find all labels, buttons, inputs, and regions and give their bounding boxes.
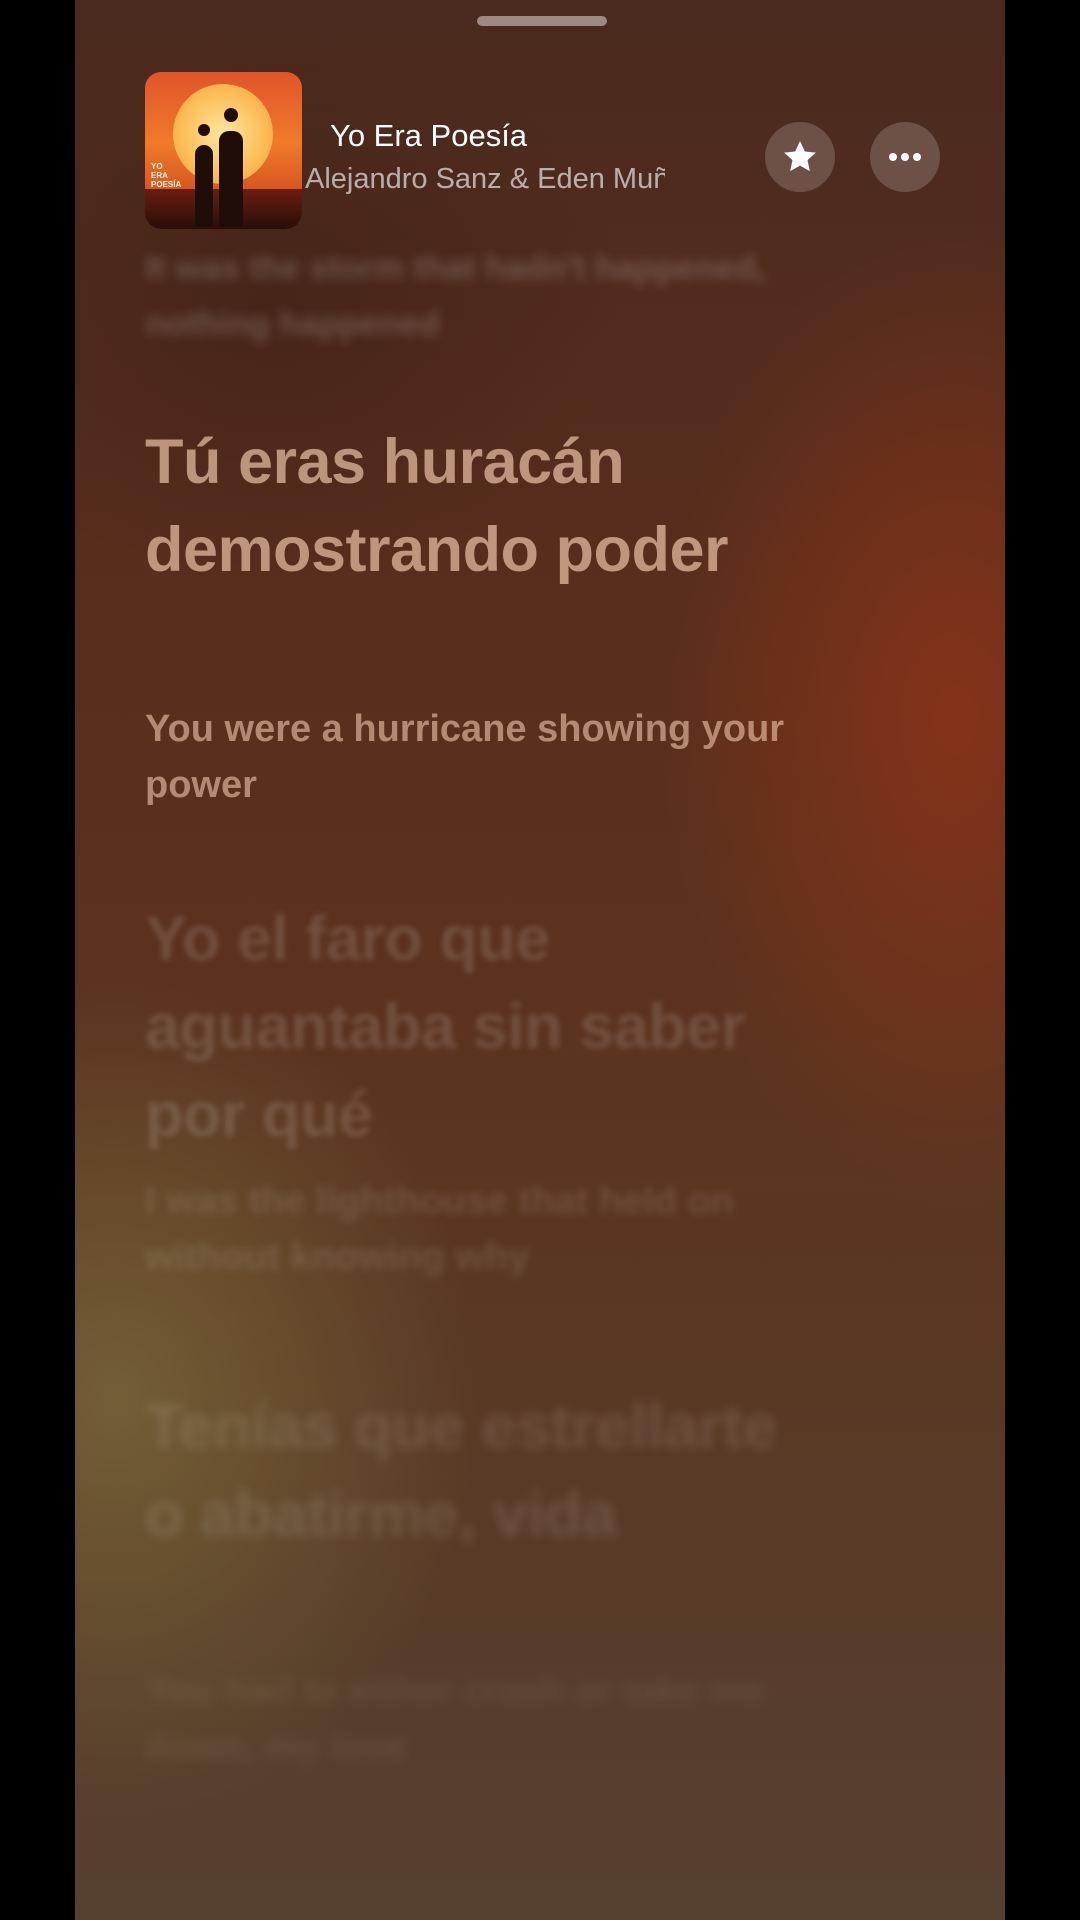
song-title: Yo Era Poesía [330,118,528,153]
drag-handle[interactable] [477,16,607,26]
favorite-button[interactable] [765,122,835,192]
artwork-title: YO ERA POESÍA [151,162,182,189]
lyric-previous-line[interactable]: It was the storm that hadn't happened, n… [145,240,785,352]
album-artwork[interactable]: YO ERA POESÍA [145,72,302,229]
lyric-active-line[interactable]: Tú eras huracán demostrando poder [145,418,785,594]
lyric-next-line[interactable]: Tenías que estrellarte o abatirme, vida [145,1383,785,1559]
lyric-next-translation: I was the lighthouse that held on withou… [145,1180,735,1278]
song-artist: Alejandro Sanz & Eden Muñoz [305,163,665,195]
lyric-next-translation: You had to either crash or take me down,… [145,1670,766,1768]
star-icon [784,141,816,172]
artwork-figure-head [224,108,238,122]
lyrics-screen: YO ERA POESÍA Yo Era Poesía Alejandro Sa… [75,0,1005,1920]
artwork-figure [195,145,213,227]
ellipsis-icon [889,153,921,161]
lyric-next-line[interactable]: Yo el faro que aguantaba sin saber por q… [145,895,785,1159]
lyric-active-translation: You were a hurricane showing your power [145,708,785,806]
artwork-figure-head [198,124,210,136]
artwork-figure [219,131,243,227]
more-options-button[interactable] [870,122,940,192]
